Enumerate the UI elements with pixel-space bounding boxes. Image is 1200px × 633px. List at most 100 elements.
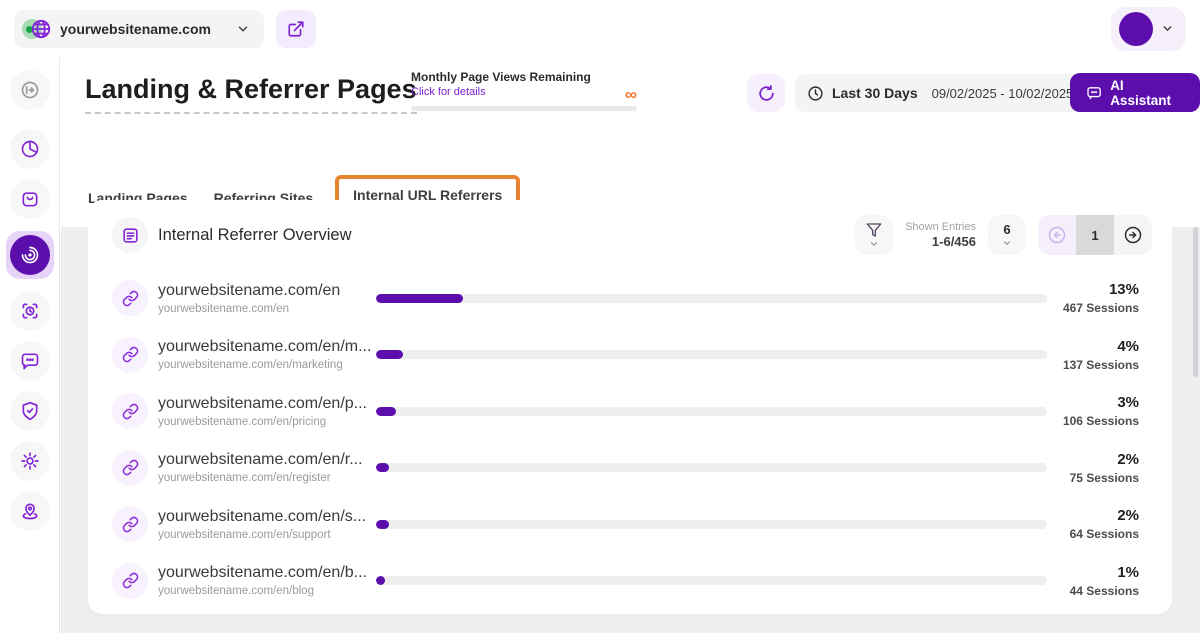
sessions-value: 106 Sessions (1049, 414, 1139, 428)
collapse-arrow-icon (20, 80, 40, 100)
report-icon (121, 226, 140, 245)
referrer-full-url: yourwebsitename.com/en (158, 303, 376, 315)
sidebar-item-feedback[interactable] (10, 341, 50, 381)
chat-bubble-icon (1086, 84, 1102, 101)
shown-entries-label: Shown Entries (905, 221, 976, 233)
card-title: Internal Referrer Overview (158, 226, 351, 245)
sidebar-item-privacy[interactable] (10, 391, 50, 431)
page-title: Landing & Referrer Pages (85, 74, 417, 114)
sessions-value: 137 Sessions (1049, 358, 1139, 372)
card-controls: Shown Entries 1-6/456 6 1 (855, 215, 1152, 255)
date-range-value: 09/02/2025 - 10/02/2025 (932, 86, 1074, 101)
sessions-bar-track (376, 407, 1047, 416)
referrer-full-url: yourwebsitename.com/en/marketing (158, 359, 376, 371)
arrow-left-circle-icon (1047, 225, 1067, 245)
arrow-right-circle-icon (1123, 225, 1143, 245)
percent-value: 2% (1049, 451, 1139, 468)
account-menu[interactable] (1111, 7, 1186, 51)
top-bar: yourwebsitename.com (0, 0, 1200, 57)
filter-funnel-icon (866, 222, 882, 238)
location-pin-icon (20, 501, 40, 521)
ai-assistant-label: AI Assistant (1110, 78, 1184, 108)
referrer-url: yourwebsitename.com/en/m... (158, 338, 376, 356)
link-icon (122, 290, 139, 307)
sidebar-item-recordings[interactable] (10, 291, 50, 331)
filter-button[interactable] (855, 215, 893, 255)
sessions-value: 64 Sessions (1049, 527, 1139, 541)
pie-chart-icon (20, 139, 40, 159)
radar-icon (20, 245, 40, 265)
sessions-bar-fill (376, 520, 389, 529)
sidebar-nav (0, 57, 60, 633)
internal-referrer-card: Internal Referrer Overview Shown Entries… (88, 200, 1172, 614)
app-root: yourwebsitename.com (0, 0, 1200, 633)
monthly-pageviews-progressbar (411, 106, 637, 111)
percent-value: 3% (1049, 394, 1139, 411)
infinity-value: ∞ (625, 86, 637, 103)
referrer-row[interactable]: yourwebsitename.com/en/b... yourwebsitena… (112, 553, 1172, 610)
shown-entries-value: 1-6/456 (905, 234, 976, 249)
shown-entries: Shown Entries 1-6/456 (905, 221, 976, 249)
percent-value: 1% (1049, 564, 1139, 581)
referrer-row[interactable]: yourwebsitename.com/en yourwebsitename.co… (112, 270, 1172, 327)
percent-value: 2% (1049, 507, 1139, 524)
website-selector[interactable]: yourwebsitename.com (14, 10, 264, 48)
sessions-bar-fill (376, 407, 396, 416)
date-preset-label: Last 30 Days (832, 85, 918, 101)
sidebar-item-behavior-active[interactable] (6, 231, 54, 279)
referrer-row[interactable]: yourwebsitename.com/en/p...yourwebsitena… (112, 383, 1172, 440)
chevron-down-icon (236, 22, 250, 36)
date-range-picker[interactable]: Last 30 Days 09/02/2025 - 10/02/2025 (795, 74, 1104, 112)
pagination: 1 (1038, 215, 1152, 255)
refresh-button[interactable] (747, 74, 785, 112)
sidebar-item-dashboard[interactable] (10, 129, 50, 169)
sessions-bar-fill (376, 294, 463, 303)
sessions-bar-fill (376, 463, 389, 472)
link-icon (122, 346, 139, 363)
sidebar-item-ecommerce[interactable] (10, 179, 50, 219)
referrer-full-url: yourwebsitename.com/en/blog (158, 585, 376, 597)
referrer-row[interactable]: yourwebsitename.com/en/m... yourwebsitena… (112, 327, 1172, 384)
sidebar-item-collapse[interactable] (10, 70, 50, 110)
sidebar-item-settings[interactable] (10, 441, 50, 481)
page-header: Landing & Referrer Pages Monthly Page Vi… (61, 57, 1200, 170)
sessions-value: 467 Sessions (1049, 301, 1139, 315)
open-website-button[interactable] (276, 10, 316, 48)
chevron-down-icon (1161, 22, 1174, 35)
link-icon (122, 572, 139, 589)
refresh-icon (757, 84, 776, 103)
prev-page-button[interactable] (1038, 215, 1076, 255)
referrer-url: yourwebsitename.com/en/p... (158, 395, 376, 413)
referrer-url: yourwebsitename.com/en (158, 282, 376, 300)
referrer-row[interactable]: yourwebsitename.com/en/r...yourwebsitena… (112, 440, 1172, 497)
current-page: 1 (1076, 215, 1114, 255)
sessions-bar-track (376, 350, 1047, 359)
referrer-url: yourwebsitename.com/en/b... (158, 564, 376, 582)
page-size-value: 6 (1003, 222, 1010, 237)
card-header: Internal Referrer Overview Shown Entries… (88, 200, 1172, 270)
avatar (1119, 12, 1153, 46)
gear-icon (20, 451, 40, 471)
website-name: yourwebsitename.com (60, 21, 226, 37)
chevron-down-icon (869, 239, 879, 249)
sessions-bar-track (376, 576, 1047, 585)
next-page-button[interactable] (1114, 215, 1152, 255)
link-icon (122, 403, 139, 420)
sessions-bar-track (376, 520, 1047, 529)
sidebar-item-location[interactable] (10, 491, 50, 531)
sessions-bar-fill (376, 576, 385, 585)
page-size-selector[interactable]: 6 (988, 215, 1026, 255)
sessions-value: 75 Sessions (1049, 471, 1139, 485)
sessions-bar-track (376, 463, 1047, 472)
referrer-full-url: yourwebsitename.com/en/register (158, 472, 376, 484)
chevron-down-icon (1002, 238, 1012, 248)
ai-assistant-button[interactable]: AI Assistant (1070, 73, 1200, 112)
referrer-list: yourwebsitename.com/en yourwebsitename.co… (88, 270, 1172, 609)
sessions-value: 44 Sessions (1049, 584, 1139, 598)
clock-icon (807, 85, 824, 102)
monthly-pageviews-details-link[interactable]: Click for details (411, 86, 637, 98)
referrer-row[interactable]: yourwebsitename.com/en/s...yourwebsitena… (112, 496, 1172, 553)
monthly-pageviews-widget: Monthly Page Views Remaining Click for d… (411, 70, 637, 111)
referrer-url: yourwebsitename.com/en/s... (158, 508, 376, 526)
scrollbar-thumb[interactable] (1193, 227, 1198, 377)
